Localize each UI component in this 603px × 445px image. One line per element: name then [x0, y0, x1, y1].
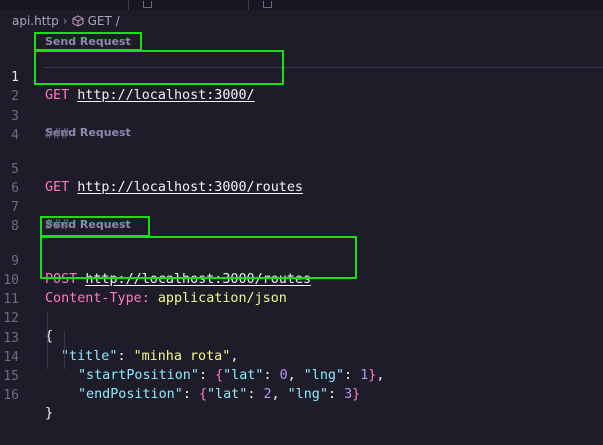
json-close-brace: } — [45, 406, 54, 421]
breadcrumb: api.http › GET / — [0, 10, 603, 32]
editor[interactable]: Send Request Send Request Send Request 1… — [0, 32, 603, 445]
highlight-box — [40, 236, 357, 279]
file-icon — [263, 1, 272, 8]
json-number: 3 — [344, 387, 353, 402]
code-line[interactable]: 6 — [0, 162, 603, 196]
editor-tab[interactable] — [128, 0, 249, 10]
indent-guide — [64, 331, 65, 369]
line-number: 8 — [11, 219, 19, 234]
code-line[interactable]: 15 "endPosition": {"lat": 2, "lng": 3} — [0, 350, 603, 402]
code-line[interactable]: 3 ### — [0, 90, 603, 142]
code-line[interactable]: 4 — [0, 109, 603, 143]
code-line[interactable]: 14 "startPosition": {"lat": 0, "lng": 1}… — [0, 331, 603, 383]
code-line[interactable]: 13 "title": "minha rota", — [0, 312, 603, 364]
highlight-box — [34, 50, 284, 85]
breadcrumb-request[interactable]: GET / — [88, 14, 120, 28]
cube-icon — [72, 15, 84, 27]
chevron-right-icon: › — [62, 14, 68, 28]
editor-tab[interactable] — [248, 0, 289, 10]
highlight-box — [40, 216, 150, 237]
tab-strip — [0, 0, 603, 10]
json-key: "lat" — [207, 387, 248, 402]
line-number: 16 — [3, 388, 19, 403]
code-line[interactable]: 7 ### — [0, 181, 603, 233]
json-number: 2 — [263, 387, 272, 402]
file-icon — [143, 1, 152, 8]
json-key: "endPosition" — [78, 387, 183, 402]
request-separator: ### — [45, 127, 70, 142]
breadcrumb-file[interactable]: api.http — [12, 14, 59, 28]
code-line[interactable]: 5 GET http://localhost:3000/routes — [0, 143, 603, 195]
code-line[interactable]: 12 { — [0, 292, 603, 344]
indent-guide — [47, 312, 48, 369]
code-line[interactable]: 16 } — [0, 369, 603, 421]
highlight-box — [34, 32, 142, 51]
json-key: "lng" — [287, 387, 328, 402]
